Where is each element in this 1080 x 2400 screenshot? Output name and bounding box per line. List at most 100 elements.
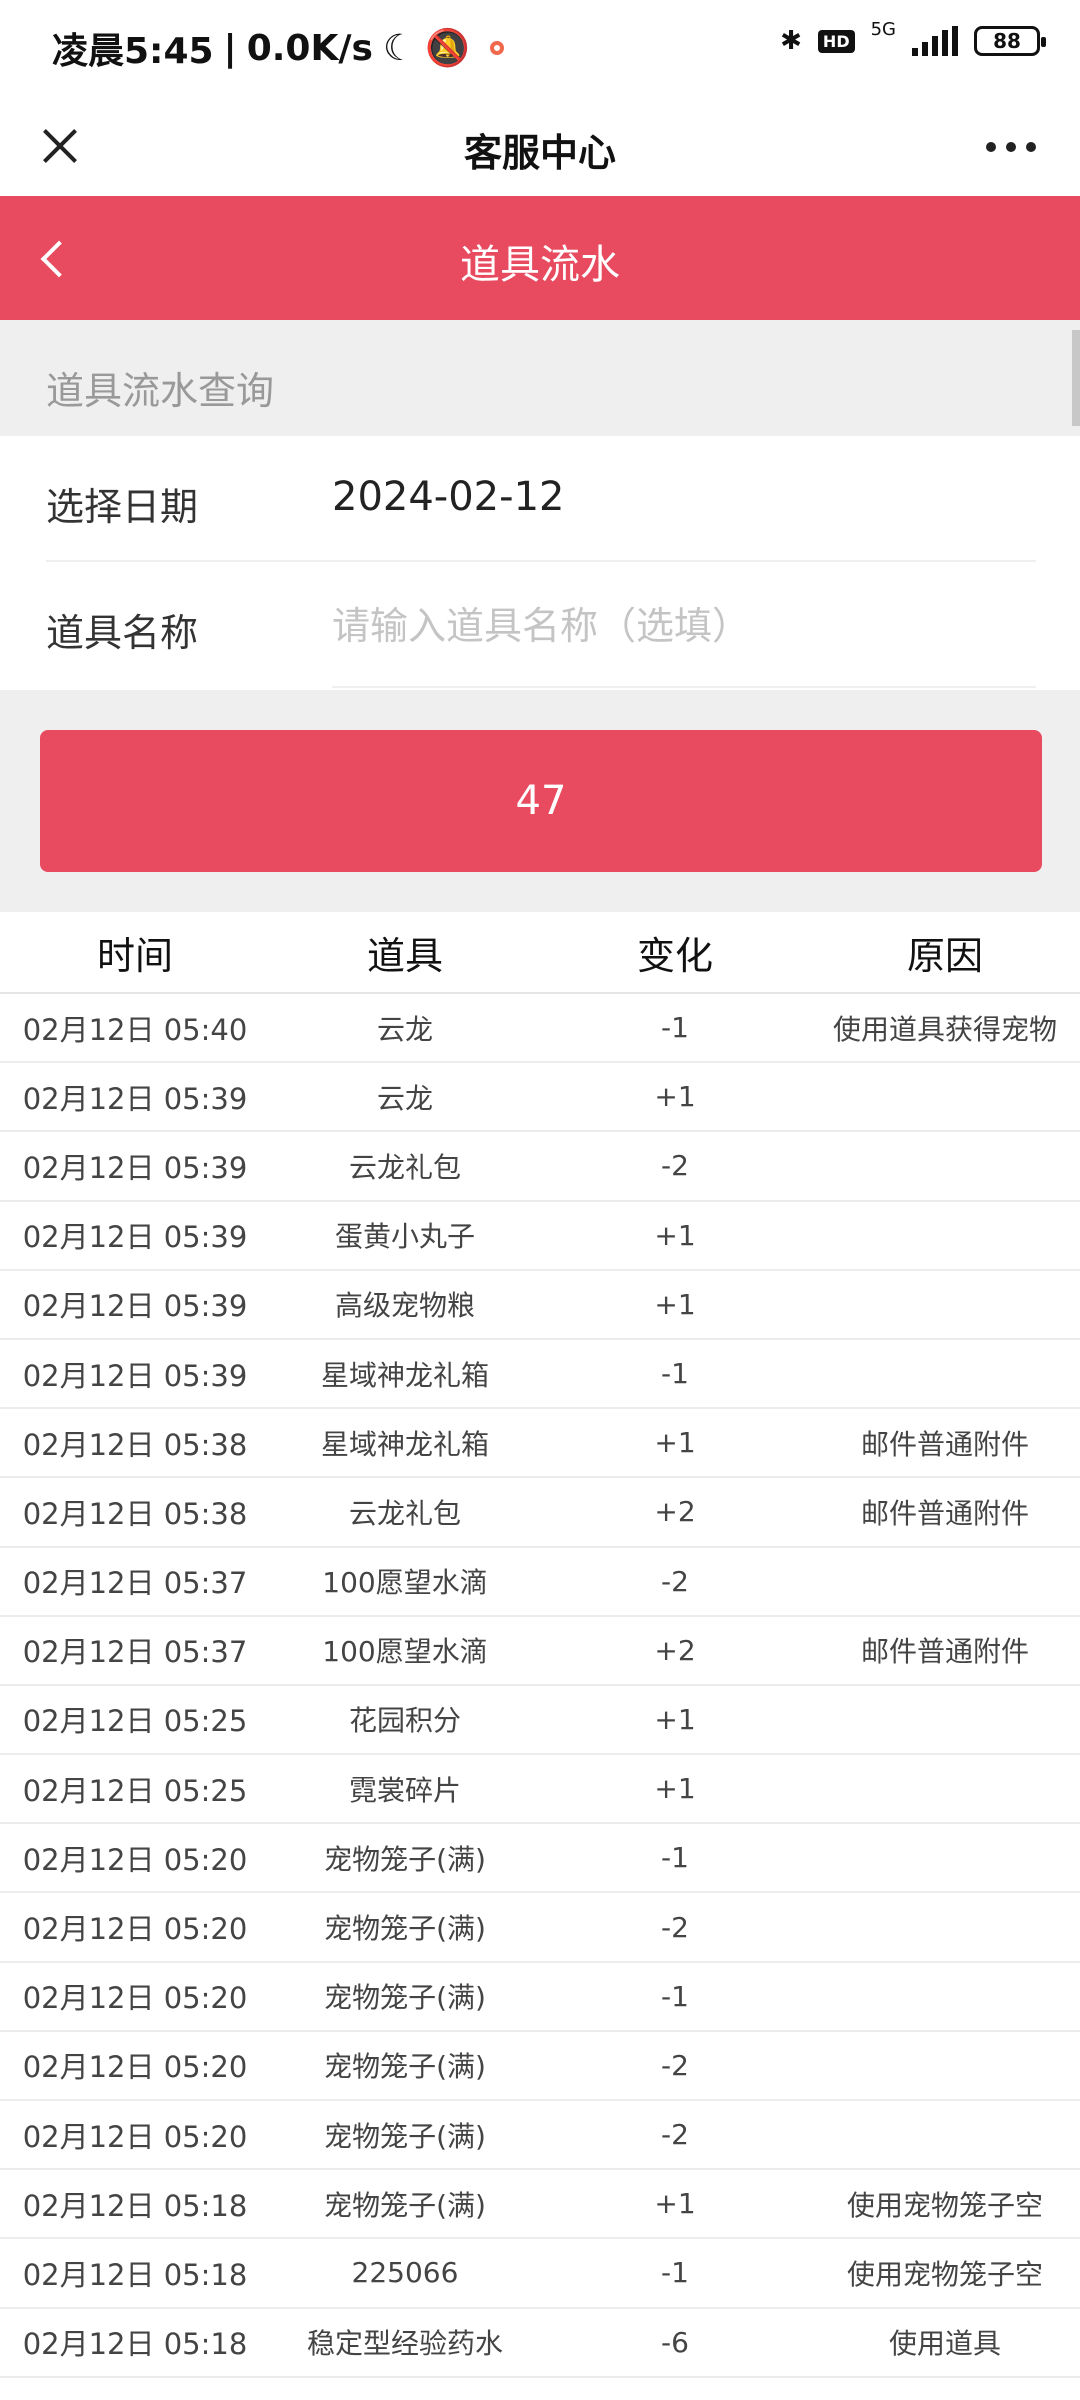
table-row: 02月12日 05:39 高级宠物粮 +1 <box>0 1271 1080 1340</box>
row-time: 02月12日 05:25 <box>22 1704 248 1739</box>
table-row: 02月12日 05:25 霓裳碎片 +1 <box>0 1755 1080 1825</box>
row-time: 02月12日 05:18 <box>22 2327 248 2362</box>
row-item: 宠物笼子(满) <box>324 2188 486 2222</box>
signal-icon <box>912 26 958 56</box>
scrollbar[interactable] <box>1072 330 1080 426</box>
moon-icon: ☾ <box>382 27 416 69</box>
row-change: +1 <box>654 1702 696 1736</box>
row-time: 02月12日 05:37 <box>22 1635 248 1670</box>
row-time: 02月12日 05:39 <box>22 1081 248 1116</box>
row-item: 宠物笼子(满) <box>324 1981 486 2015</box>
row-time: 02月12日 05:20 <box>22 1842 248 1877</box>
row-time: 02月12日 05:20 <box>22 2050 248 2085</box>
row-change: -1 <box>661 2256 689 2290</box>
table-row: 02月12日 05:37 100愿望水滴 -2 <box>0 1548 1080 1617</box>
table-row: 02月12日 05:39 星域神龙礼箱 -1 <box>0 1340 1080 1410</box>
status-left: 凌晨5:45 | 0.0K/s ☾ 🔕 <box>52 22 505 74</box>
row-reason: 邮件普通附件 <box>860 1496 1029 1530</box>
row-time: 02月12日 05:40 <box>22 1012 248 1047</box>
row-time: 02月12日 05:37 <box>22 1566 248 1601</box>
table-row: 02月12日 05:18 稳定型经验药水 -6 使用道具 <box>0 2309 1080 2378</box>
row-change: -2 <box>661 2118 689 2152</box>
row-item: 星域神龙礼箱 <box>320 1358 489 1392</box>
table-row: 02月12日 05:18 宠物笼子(满) +1 使用宠物笼子空 <box>0 2170 1080 2240</box>
row-change: -1 <box>661 1357 689 1391</box>
item-name-label: 道具名称 <box>46 611 199 655</box>
status-bar: 凌晨5:45 | 0.0K/s ☾ 🔕 ✱ HD 5G 88 <box>0 0 1080 96</box>
row-reason: 邮件普通附件 <box>860 1635 1029 1669</box>
row-change: -2 <box>661 1910 689 1944</box>
row-item: 云龙 <box>376 1012 433 1046</box>
row-reason: 使用宠物笼子空 <box>846 2257 1043 2291</box>
row-item: 宠物笼子(满) <box>324 2050 486 2084</box>
row-reason: 使用宠物笼子空 <box>846 2188 1043 2222</box>
hd-badge: HD <box>817 29 855 53</box>
table-row: 02月12日 05:39 云龙 +1 <box>0 1063 1080 1133</box>
row-item: 云龙礼包 <box>348 1496 461 1530</box>
table-row: 02月12日 05:20 宠物笼子(满) -1 <box>0 1824 1080 1894</box>
status-right: ✱ HD 5G 88 <box>780 19 1046 56</box>
table-row: 02月12日 05:20 宠物笼子(满) -1 <box>0 1963 1080 2032</box>
row-item: 花园积分 <box>348 1704 461 1738</box>
network-type: 5G <box>870 18 896 40</box>
item-name-row: 道具名称 <box>46 562 1036 688</box>
row-item: 100愿望水滴 <box>322 1566 488 1600</box>
query-form: 选择日期 2024-02-12 道具名称 <box>0 436 1080 690</box>
table-row: 02月12日 05:20 宠物笼子(满) -2 <box>0 2032 1080 2101</box>
table-row: 02月12日 05:37 100愿望水滴 +2 邮件普通附件 <box>0 1617 1080 1686</box>
more-options-icon[interactable] <box>986 142 1036 152</box>
row-item: 蛋黄小丸子 <box>334 1220 475 1254</box>
status-time: 凌晨5:45 <box>52 31 214 72</box>
table-row: 02月12日 05:18 225066 -1 使用宠物笼子空 <box>0 2239 1080 2309</box>
row-time: 02月12日 05:20 <box>22 1981 248 2016</box>
query-section-title: 道具流水查询 <box>46 369 275 413</box>
row-item: 宠物笼子(满) <box>324 1842 486 1876</box>
date-row[interactable]: 选择日期 2024-02-12 <box>46 436 1036 562</box>
row-item: 星域神龙礼箱 <box>320 1427 489 1461</box>
mute-icon: 🔕 <box>425 28 471 69</box>
row-change: -6 <box>661 2325 689 2359</box>
row-reason: 使用道具获得宠物 <box>832 1012 1057 1046</box>
wechat-top-bar: 客服中心 <box>0 96 1080 196</box>
row-change: +2 <box>654 1633 696 1667</box>
table-header: 时间 道具 变化 原因 <box>0 912 1080 994</box>
table-row: 02月12日 05:38 云龙礼包 +2 邮件普通附件 <box>0 1478 1080 1548</box>
row-time: 02月12日 05:38 <box>22 1427 248 1462</box>
row-reason: 邮件普通附件 <box>860 1427 1029 1461</box>
row-time: 02月12日 05:18 <box>22 2188 248 2223</box>
table-row: 02月12日 05:39 云龙礼包 -2 <box>0 1132 1080 1202</box>
row-change: -2 <box>661 1564 689 1598</box>
table-row: 02月12日 05:20 宠物笼子(满) -2 <box>0 2101 1080 2171</box>
row-change: +1 <box>654 1080 696 1114</box>
row-time: 02月12日 05:39 <box>22 1220 248 1255</box>
page-title: 道具流水 <box>460 242 620 288</box>
row-item: 高级宠物粮 <box>334 1289 475 1323</box>
row-item: 225066 <box>351 2256 459 2290</box>
table-row: 02月12日 05:40 云龙 -1 使用道具获得宠物 <box>0 994 1080 1064</box>
button-area: 47 <box>0 690 1080 912</box>
date-label: 选择日期 <box>46 485 199 529</box>
row-change: -2 <box>661 1149 689 1183</box>
item-name-input[interactable] <box>332 596 1032 656</box>
row-time: 02月12日 05:20 <box>22 2119 248 2154</box>
row-change: +1 <box>654 1772 696 1806</box>
query-button[interactable]: 47 <box>40 730 1042 872</box>
date-picker[interactable]: 2024-02-12 <box>332 474 564 520</box>
header-reason: 原因 <box>906 933 983 978</box>
query-section-label: 道具流水查询 <box>0 320 1080 436</box>
input-underline <box>332 686 1036 688</box>
row-change: +1 <box>654 1287 696 1321</box>
row-time: 02月12日 05:39 <box>22 1150 248 1185</box>
status-separator: | <box>223 27 237 69</box>
table-row: 02月12日 05:25 花园积分 +1 <box>0 1686 1080 1756</box>
battery-level: 88 <box>993 29 1021 53</box>
row-item: 稳定型经验药水 <box>306 2327 503 2361</box>
row-item: 100愿望水滴 <box>322 1635 488 1669</box>
table-row: 02月12日 05:39 蛋黄小丸子 +1 <box>0 1202 1080 1271</box>
row-change: -2 <box>661 2048 689 2082</box>
row-time: 02月12日 05:25 <box>22 1773 248 1808</box>
table-row: 02月12日 05:38 星域神龙礼箱 +1 邮件普通附件 <box>0 1409 1080 1479</box>
row-item: 宠物笼子(满) <box>324 1912 486 1946</box>
row-item: 宠物笼子(满) <box>324 2119 486 2153</box>
row-reason: 使用道具 <box>888 2327 1001 2361</box>
